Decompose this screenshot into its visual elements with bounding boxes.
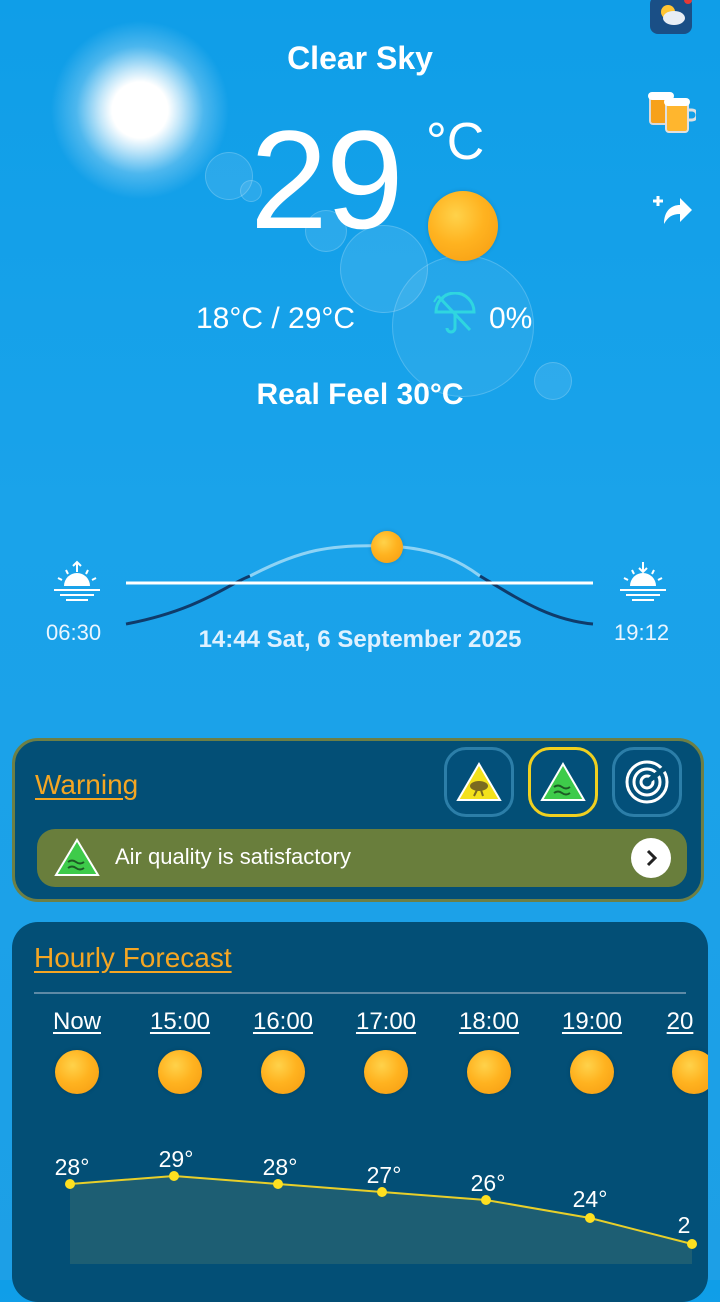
sun-path-graph (125, 544, 594, 626)
air-quality-button[interactable] (528, 747, 598, 817)
storm-warning-button[interactable] (444, 747, 514, 817)
sun-icon (428, 191, 498, 261)
current-temperature: 29 (250, 101, 404, 258)
beer-icon (648, 92, 699, 133)
hour-temp: 28° (262, 1154, 298, 1180)
warning-card: Warning Air quality is satisfactory (12, 738, 704, 902)
day-path (249, 544, 481, 578)
air-quality-text: Air quality is satisfactory (115, 844, 351, 869)
sunrise-icon (54, 560, 100, 601)
air-quality-icon (540, 762, 586, 801)
share-icon (653, 196, 692, 224)
hour-temp: 2 (677, 1212, 691, 1238)
chevron-right-icon[interactable] (631, 838, 671, 878)
beer-button[interactable] (646, 86, 699, 136)
precipitation-chance: 0% (489, 302, 533, 335)
hour-temp: 28° (54, 1154, 90, 1180)
air-quality-small-icon (54, 838, 100, 876)
hour-temp: 27° (366, 1162, 402, 1188)
weather-widget-button[interactable] (650, 0, 692, 34)
storm-warning-icon (456, 762, 502, 801)
real-feel-label: Real Feel 30°C (256, 378, 464, 411)
radar-button[interactable] (612, 747, 682, 817)
min-max-temperature: 18°C / 29°C (196, 302, 356, 335)
temperature-unit: °C (426, 113, 485, 171)
date-time-label: 14:44 Sat, 6 September 2025 (198, 626, 522, 653)
hour-temp: 24° (572, 1186, 608, 1212)
hour-temp: 26° (470, 1170, 506, 1196)
hourly-forecast-card: Hourly Forecast Now 15:00 16:00 17:00 18… (12, 922, 708, 1302)
sunset-icon (620, 562, 666, 601)
air-quality-banner[interactable]: Air quality is satisfactory (37, 829, 687, 887)
temperature-point (585, 1213, 595, 1223)
hour-temp: 29° (158, 1146, 194, 1172)
weather-widget-icon (661, 0, 692, 25)
umbrella-icon (433, 292, 476, 334)
warning-title[interactable]: Warning (35, 769, 138, 801)
share-button[interactable] (650, 190, 694, 230)
condition-label: Clear Sky (287, 40, 433, 76)
radar-icon (625, 760, 669, 804)
sun-position-icon (371, 531, 403, 563)
temperature-point (687, 1239, 697, 1249)
hourly-temperature-graph (65, 1171, 697, 1264)
